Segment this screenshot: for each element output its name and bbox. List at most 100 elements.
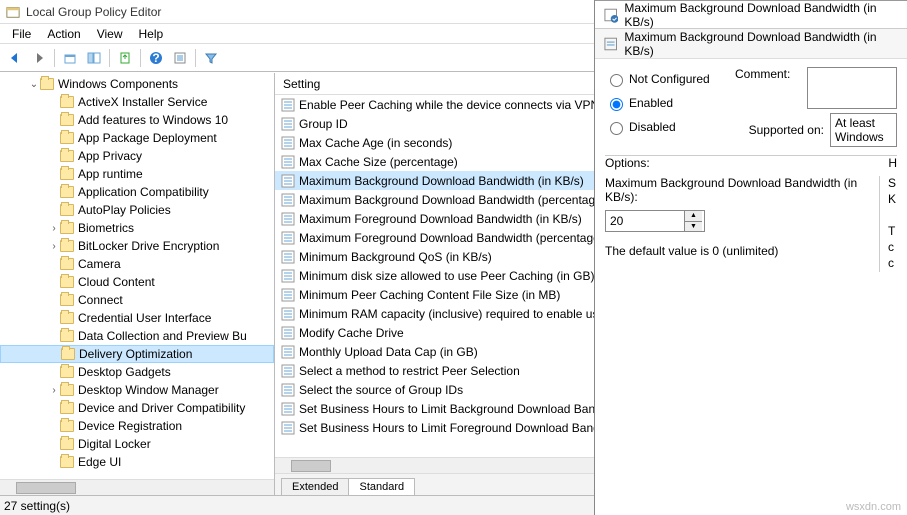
tree-item[interactable]: Data Collection and Preview Bu <box>0 327 274 345</box>
setting-row[interactable]: Select the source of Group IDs <box>275 380 594 399</box>
tree-label: Device Registration <box>78 419 182 433</box>
menu-file[interactable]: File <box>4 25 39 43</box>
tree-label: Cloud Content <box>78 275 155 289</box>
supported-label: Supported on: <box>735 123 830 137</box>
tree-item[interactable]: Device Registration <box>0 417 274 435</box>
radio-not-configured-input[interactable] <box>610 74 623 87</box>
setting-row[interactable]: Modify Cache Drive <box>275 323 594 342</box>
collapse-icon[interactable]: ⌄ <box>28 79 40 90</box>
options-label: Options: <box>605 156 650 170</box>
tree-item[interactable]: Credential User Interface <box>0 309 274 327</box>
tree-item[interactable]: ›BitLocker Drive Encryption <box>0 237 274 255</box>
tree-item[interactable]: App runtime <box>0 165 274 183</box>
setting-row[interactable]: Minimum Peer Caching Content File Size (… <box>275 285 594 304</box>
bandwidth-input[interactable] <box>606 211 684 231</box>
list-header-setting[interactable]: Setting <box>275 73 594 95</box>
tree-item[interactable]: Edge UI <box>0 453 274 471</box>
show-hide-tree-button[interactable] <box>83 47 105 69</box>
tree-horizontal-scrollbar[interactable] <box>0 479 274 495</box>
setting-row[interactable]: Select a method to restrict Peer Selecti… <box>275 361 594 380</box>
setting-label: Maximum Background Download Bandwidth (p… <box>299 193 594 207</box>
setting-row[interactable]: Maximum Background Download Bandwidth (i… <box>275 171 594 190</box>
setting-row[interactable]: Minimum Background QoS (in KB/s) <box>275 247 594 266</box>
tree-item[interactable]: Desktop Gadgets <box>0 363 274 381</box>
tree-item[interactable]: ›Biometrics <box>0 219 274 237</box>
tree-label: Digital Locker <box>78 437 151 451</box>
setting-label: Max Cache Age (in seconds) <box>299 136 452 150</box>
radio-disabled[interactable]: Disabled <box>605 115 735 139</box>
content-area: ⌄Windows ComponentsActiveX Installer Ser… <box>0 72 594 495</box>
tree-item[interactable]: Connect <box>0 291 274 309</box>
menu-help[interactable]: Help <box>131 25 172 43</box>
toolbar-separator <box>109 49 110 67</box>
setting-row[interactable]: Group ID <box>275 114 594 133</box>
tree-item[interactable]: App Package Deployment <box>0 129 274 147</box>
menu-action[interactable]: Action <box>39 25 88 43</box>
properties-button[interactable] <box>169 47 191 69</box>
setting-row[interactable]: Minimum RAM capacity (inclusive) require… <box>275 304 594 323</box>
spinner-down-icon[interactable]: ▼ <box>685 222 702 232</box>
status-text: 27 setting(s) <box>4 499 70 513</box>
tree-item[interactable]: Digital Locker <box>0 435 274 453</box>
list-horizontal-scrollbar[interactable] <box>275 457 594 473</box>
tree-item[interactable]: Application Compatibility <box>0 183 274 201</box>
tree-label: Credential User Interface <box>78 311 211 325</box>
tree-item[interactable]: ›Desktop Window Manager <box>0 381 274 399</box>
setting-label: Monthly Upload Data Cap (in GB) <box>299 345 478 359</box>
radio-enabled[interactable]: Enabled <box>605 91 735 115</box>
bandwidth-spinner[interactable]: ▲ ▼ <box>605 210 705 232</box>
folder-icon <box>60 150 74 162</box>
tree-item[interactable]: AutoPlay Policies <box>0 201 274 219</box>
dialog-subtitle-text: Maximum Background Download Bandwidth (i… <box>624 30 899 58</box>
setting-row[interactable]: Maximum Foreground Download Bandwidth (i… <box>275 209 594 228</box>
tree-item[interactable]: Add features to Windows 10 <box>0 111 274 129</box>
radio-not-configured[interactable]: Not Configured <box>605 67 735 91</box>
list-pane: Setting Enable Peer Caching while the de… <box>275 73 594 495</box>
expand-icon[interactable]: › <box>48 385 60 396</box>
folder-icon <box>60 312 74 324</box>
tree-item[interactable]: App Privacy <box>0 147 274 165</box>
folder-icon <box>60 384 74 396</box>
help-button[interactable]: ? <box>145 47 167 69</box>
tree-item[interactable]: Device and Driver Compatibility <box>0 399 274 417</box>
expand-icon[interactable]: › <box>48 241 60 252</box>
filter-button[interactable] <box>200 47 222 69</box>
setting-icon <box>281 174 295 188</box>
tree-item[interactable]: Cloud Content <box>0 273 274 291</box>
expand-icon[interactable]: › <box>48 223 60 234</box>
setting-row[interactable]: Minimum disk size allowed to use Peer Ca… <box>275 266 594 285</box>
setting-row[interactable]: Enable Peer Caching while the device con… <box>275 95 594 114</box>
tree-label: App Privacy <box>78 149 142 163</box>
forward-button[interactable] <box>28 47 50 69</box>
setting-label: Set Business Hours to Limit Foreground D… <box>299 421 594 435</box>
tree-label: Camera <box>78 257 121 271</box>
radio-disabled-input[interactable] <box>610 122 623 135</box>
gpedit-window: Local Group Policy Editor File Action Vi… <box>0 0 595 515</box>
comment-textarea[interactable] <box>807 67 897 109</box>
tree-root[interactable]: ⌄Windows Components <box>0 75 274 93</box>
menu-view[interactable]: View <box>89 25 131 43</box>
tab-extended[interactable]: Extended <box>281 478 349 495</box>
tree-item[interactable]: Camera <box>0 255 274 273</box>
setting-row[interactable]: Set Business Hours to Limit Background D… <box>275 399 594 418</box>
policy-dialog: Maximum Background Download Bandwidth (i… <box>595 0 907 515</box>
radio-enabled-input[interactable] <box>610 98 623 111</box>
setting-icon <box>281 345 295 359</box>
setting-row[interactable]: Monthly Upload Data Cap (in GB) <box>275 342 594 361</box>
tree-label: Desktop Gadgets <box>78 365 171 379</box>
tree-item[interactable]: ActiveX Installer Service <box>0 93 274 111</box>
setting-icon <box>281 212 295 226</box>
setting-row[interactable]: Max Cache Age (in seconds) <box>275 133 594 152</box>
spinner-up-icon[interactable]: ▲ <box>685 211 702 222</box>
folder-icon <box>60 204 74 216</box>
setting-row[interactable]: Maximum Background Download Bandwidth (p… <box>275 190 594 209</box>
back-button[interactable] <box>4 47 26 69</box>
setting-label: Select a method to restrict Peer Selecti… <box>299 364 520 378</box>
tab-standard[interactable]: Standard <box>348 478 415 495</box>
export-button[interactable] <box>114 47 136 69</box>
tree-item[interactable]: Delivery Optimization <box>0 345 274 363</box>
setting-row[interactable]: Set Business Hours to Limit Foreground D… <box>275 418 594 437</box>
setting-row[interactable]: Maximum Foreground Download Bandwidth (p… <box>275 228 594 247</box>
up-button[interactable] <box>59 47 81 69</box>
setting-row[interactable]: Max Cache Size (percentage) <box>275 152 594 171</box>
